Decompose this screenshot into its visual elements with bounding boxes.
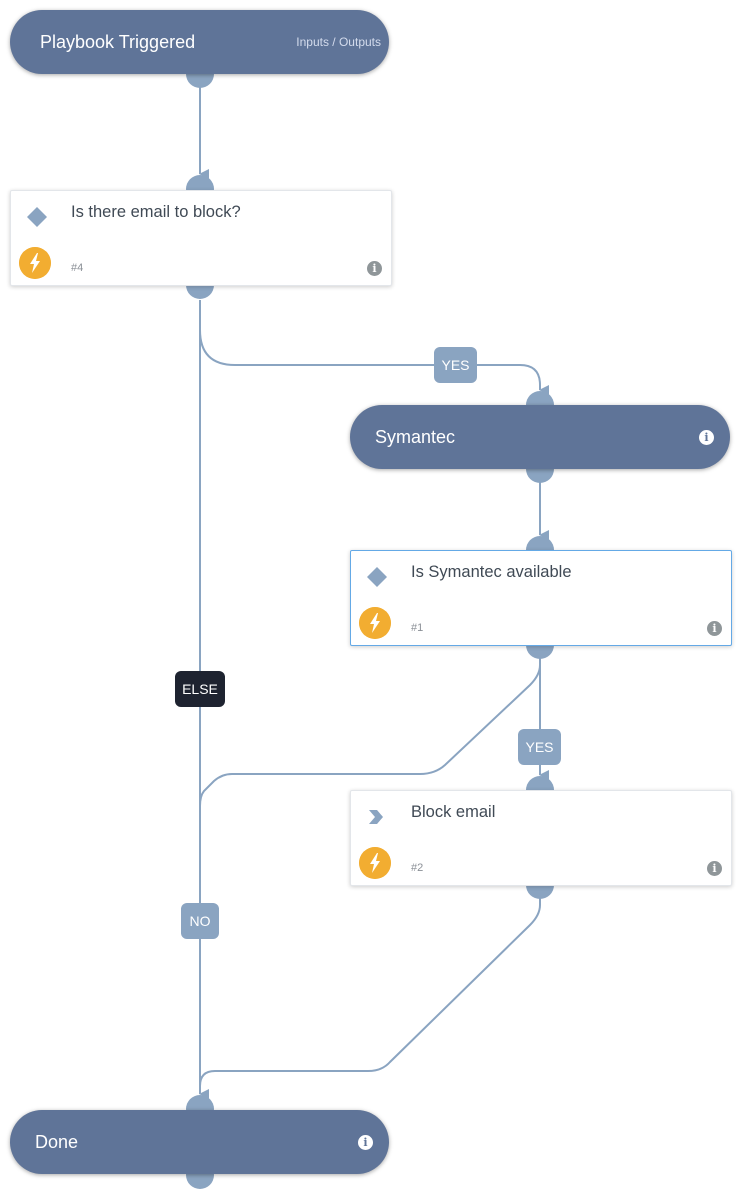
task-name: Block email	[411, 803, 496, 821]
lightning-bolt-icon	[359, 607, 391, 639]
edge-label-yes[interactable]: YES	[518, 729, 561, 765]
task-id: #1	[411, 622, 424, 634]
edge-task1-no-to-done	[199, 655, 541, 807]
start-node[interactable]: Playbook Triggered Inputs / Outputs	[10, 10, 389, 74]
edge-label-no[interactable]: NO	[181, 903, 219, 939]
lightning-bolt-icon	[359, 847, 391, 879]
edge-task2-to-done	[199, 895, 541, 1099]
info-icon[interactable]: i	[699, 430, 714, 445]
diamond-icon	[27, 207, 47, 227]
diamond-icon	[367, 567, 387, 587]
edge-label-yes[interactable]: YES	[434, 347, 477, 383]
info-icon[interactable]: i	[707, 861, 722, 876]
edge-label-else[interactable]: ELSE	[175, 671, 225, 707]
info-icon[interactable]: i	[367, 261, 382, 276]
task-node-2[interactable]: Block email #2 i	[350, 790, 732, 886]
inputs-outputs-link[interactable]: Inputs / Outputs	[296, 10, 381, 74]
info-icon[interactable]: i	[707, 621, 722, 636]
lightning-bolt-icon	[19, 247, 51, 279]
info-icon[interactable]: i	[358, 1135, 373, 1150]
task-node-4[interactable]: Is there email to block? #4 i	[10, 190, 392, 286]
edge-task4-yes-to-symantec	[199, 300, 549, 395]
section-node-symantec[interactable]: Symantec i	[350, 405, 730, 469]
task-node-1[interactable]: Is Symantec available #1 i	[350, 550, 732, 646]
end-node-title: Done	[35, 1132, 79, 1152]
start-node-title: Playbook Triggered	[40, 32, 196, 52]
task-name: Is there email to block?	[71, 203, 241, 221]
task-id: #2	[411, 862, 424, 874]
section-node-title: Symantec	[375, 427, 456, 447]
task-name: Is Symantec available	[411, 563, 572, 581]
chevron-right-icon	[369, 810, 383, 824]
task-id: #4	[71, 262, 84, 274]
end-node-done[interactable]: Done i	[10, 1110, 389, 1174]
